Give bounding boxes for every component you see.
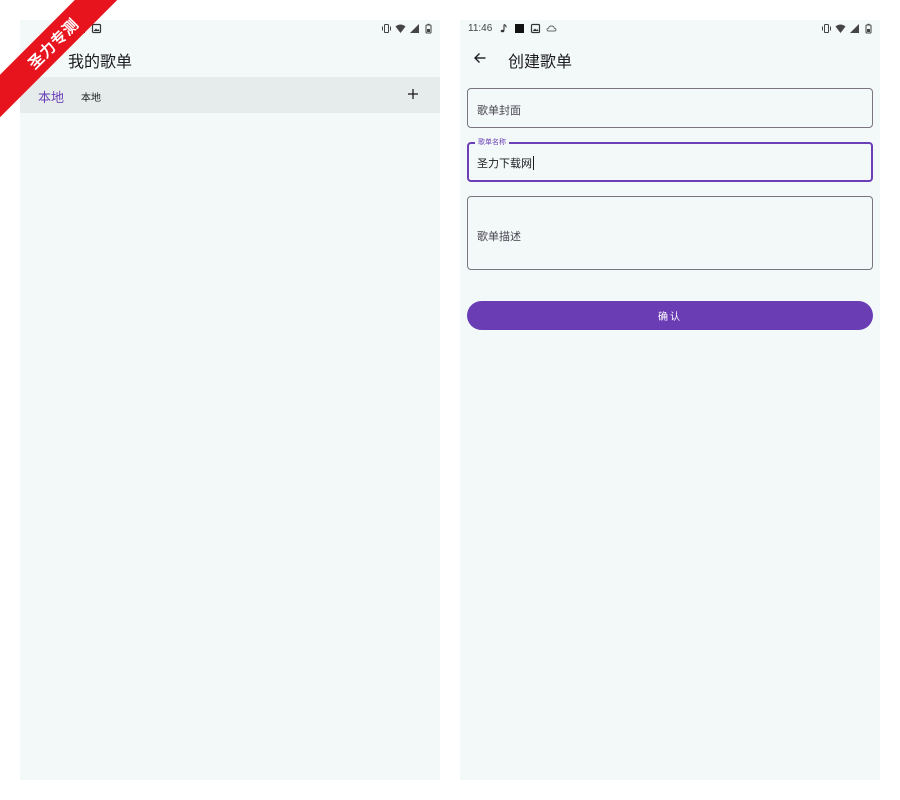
back-button[interactable]	[468, 46, 492, 70]
playlist-name-value: 圣力下载网	[477, 157, 532, 170]
playlist-name-label: 歌单名称	[475, 137, 509, 147]
plus-icon	[408, 89, 418, 99]
vibrate-icon	[382, 24, 391, 33]
photo-icon	[530, 23, 541, 34]
create-playlist-screen: 11:46 创建歌单 歌单封面 歌单名称 圣力下载网 歌单描述 确认	[460, 20, 880, 780]
status-bar-notification-icons	[75, 23, 102, 34]
top-app-bar: 创建歌单	[460, 44, 880, 74]
signal-icon	[410, 24, 419, 33]
status-time: 11:46	[468, 23, 493, 34]
music-note-icon	[500, 24, 507, 33]
black-square-icon	[515, 24, 524, 33]
photo-icon	[91, 23, 102, 34]
wifi-icon	[395, 24, 406, 33]
top-app-bar: 我的歌单	[20, 44, 440, 74]
playlist-cover-placeholder: 歌单封面	[477, 104, 521, 117]
status-bar: 11:46	[460, 20, 880, 38]
page-title: 创建歌单	[508, 52, 573, 71]
black-square-icon	[76, 24, 85, 33]
confirm-button[interactable]: 确认	[467, 301, 873, 330]
vibrate-icon	[822, 24, 831, 33]
playlist-name-input[interactable]: 圣力下载网	[477, 155, 534, 171]
tab-local[interactable]: 本地	[38, 87, 64, 106]
playlist-cover-field[interactable]: 歌单封面	[467, 88, 873, 128]
add-playlist-button[interactable]	[402, 83, 424, 105]
page-title: 我的歌单	[68, 52, 133, 71]
battery-icon	[425, 23, 432, 34]
playlist-name-field[interactable]: 歌单名称 圣力下载网	[467, 137, 873, 182]
playlist-description-field[interactable]: 歌单描述	[467, 196, 873, 270]
status-bar	[20, 20, 440, 38]
signal-icon	[850, 24, 859, 33]
status-bar-system-icons	[821, 23, 874, 34]
playlist-tab-row[interactable]: 本地 本地	[20, 77, 440, 113]
playlist-local-label[interactable]: 本地	[81, 89, 101, 104]
arrow-back-icon	[474, 53, 486, 63]
status-bar-notification-icons	[498, 23, 557, 34]
playlist-description-placeholder: 歌单描述	[477, 230, 521, 243]
status-bar-system-icons	[381, 23, 434, 34]
battery-icon	[865, 23, 872, 34]
text-cursor	[533, 156, 534, 170]
wifi-icon	[835, 24, 846, 33]
cloud-icon	[546, 25, 557, 32]
my-playlists-screen: 我的歌单 本地 本地	[20, 20, 440, 780]
